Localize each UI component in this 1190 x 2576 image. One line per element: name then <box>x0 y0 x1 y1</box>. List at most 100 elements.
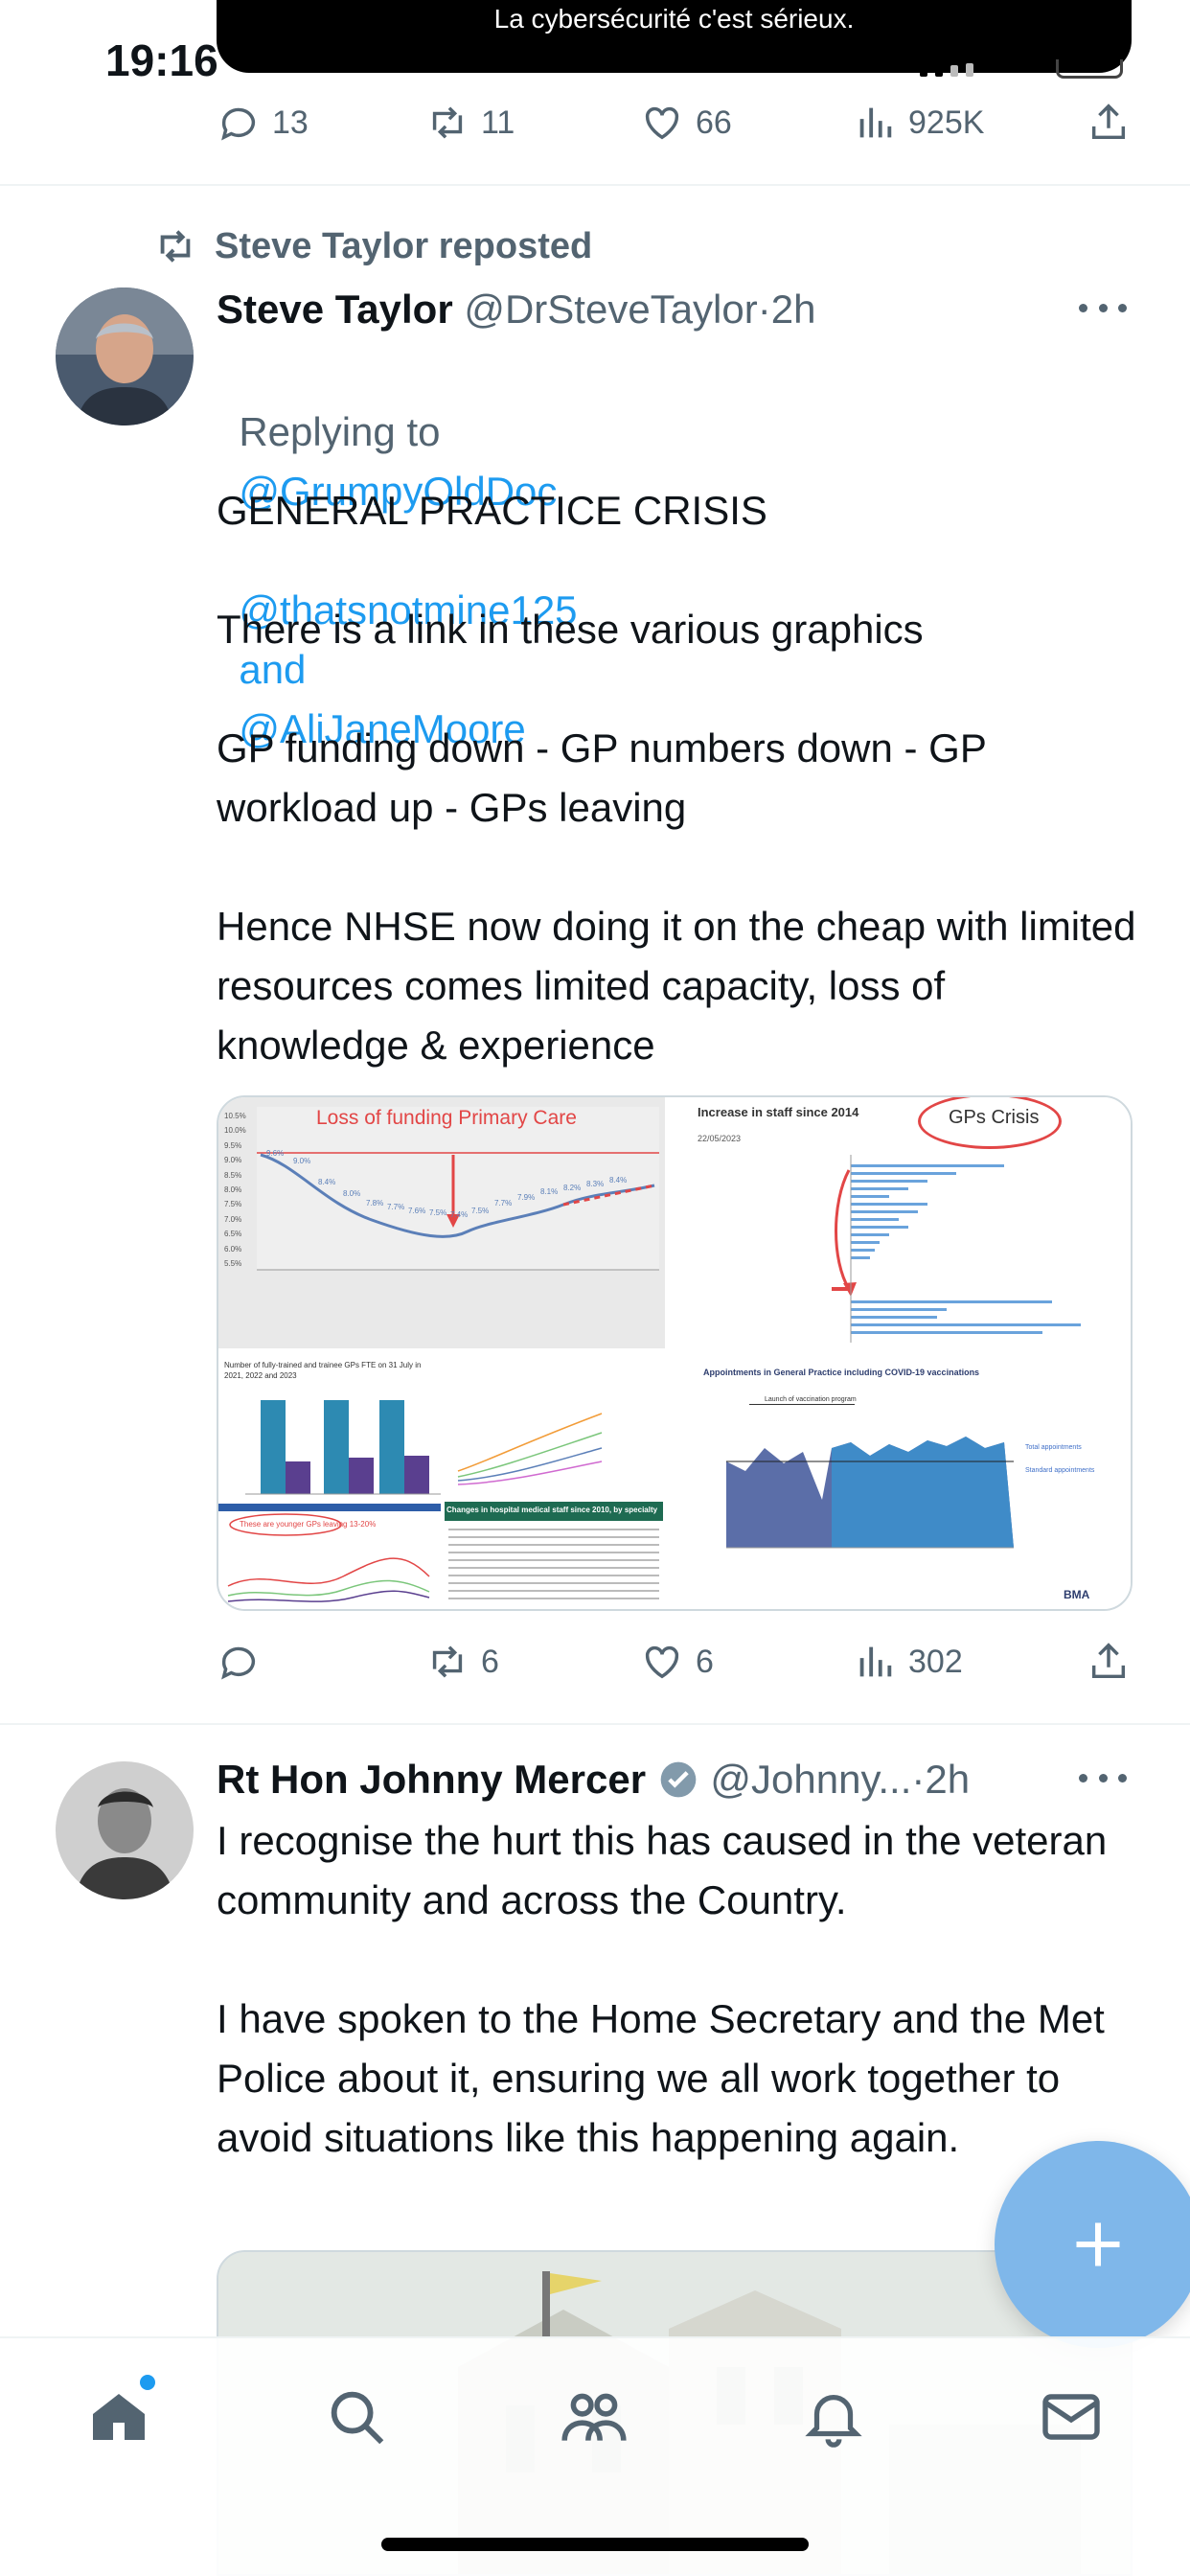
more-options-button[interactable] <box>1079 301 1127 314</box>
status-time: 19:16 <box>105 35 218 85</box>
y-tick: 8.0% <box>224 1185 242 1195</box>
like-count: 66 <box>696 104 732 141</box>
signal-icon <box>920 63 973 77</box>
views-button[interactable]: 302 <box>853 1633 963 1690</box>
tab-search[interactable] <box>318 2379 395 2455</box>
y-tick: 5.5% <box>224 1259 242 1269</box>
notifications-icon <box>805 2394 862 2448</box>
tab-messages[interactable] <box>1033 2379 1110 2455</box>
point-label: 7.6% <box>408 1207 426 1215</box>
funding-y-ticks: 10.5% 10.0% 9.5% 9.0% 8.5% 8.0% 7.5% 7.0… <box>224 1109 246 1271</box>
repost-count: 6 <box>481 1643 499 1680</box>
y-tick: 6.0% <box>224 1244 242 1254</box>
y-tick: 10.0% <box>224 1126 246 1136</box>
communities-icon <box>561 2393 627 2441</box>
reply-count: 13 <box>272 104 309 141</box>
point-label: 8.3% <box>586 1180 605 1188</box>
more-options-button[interactable] <box>1079 1771 1127 1784</box>
y-tick: 6.5% <box>224 1230 242 1239</box>
y-tick: 7.5% <box>224 1200 242 1209</box>
divider <box>0 1723 1190 1725</box>
changes-title: Changes in hospital medical staff since … <box>446 1506 658 1514</box>
media-staff-chart[interactable]: Increase in staff since 2014 22/05/2023 … <box>684 1097 1131 1348</box>
standard-label: Standard appointments <box>1025 1467 1095 1474</box>
point-label: 8.4% <box>609 1176 628 1184</box>
notification-dot <box>140 2375 155 2390</box>
point-label: 7.5% <box>429 1208 447 1217</box>
tab-communities[interactable] <box>556 2379 632 2455</box>
like-button[interactable]: 6 <box>640 1633 714 1690</box>
share-button[interactable] <box>1087 1633 1131 1690</box>
divider <box>0 184 1190 186</box>
share-icon <box>1091 1643 1126 1679</box>
author-handle[interactable]: @DrSteveTaylor <box>464 287 757 332</box>
reply-icon <box>221 1646 256 1680</box>
search-icon <box>331 2391 384 2445</box>
point-label: 8.2% <box>563 1184 582 1192</box>
y-tick: 8.5% <box>224 1170 242 1180</box>
tweet-header: Rt Hon Johnny Mercer @Johnny...·2h <box>217 1750 1136 1809</box>
reply-button[interactable] <box>217 1633 272 1690</box>
tweet-actions: 6 6 302 <box>217 1633 1136 1690</box>
author-name[interactable]: Rt Hon Johnny Mercer <box>217 1757 646 1802</box>
y-tick: 9.5% <box>224 1140 242 1150</box>
messages-icon <box>1042 2394 1100 2440</box>
tweet-body: I recognise the hurt this has caused in … <box>217 1818 1108 2160</box>
heart-icon <box>645 106 679 140</box>
dynamic-island-notice[interactable]: La cybersécurité c'est sérieux. <box>217 0 1132 73</box>
tweet-time[interactable]: 2h <box>771 287 816 332</box>
battery-icon <box>1056 59 1123 79</box>
verified-badge-icon <box>660 1761 697 1798</box>
author-handle[interactable]: @Johnny... <box>710 1757 911 1802</box>
tab-home[interactable] <box>80 2375 157 2455</box>
home-indicator <box>381 2538 809 2551</box>
replying-prefix: Replying to <box>239 409 441 454</box>
avatar-photo <box>56 1761 194 1899</box>
heart-icon <box>645 1645 679 1679</box>
repost-banner-text: Steve Taylor reposted <box>215 225 593 266</box>
like-button[interactable]: 66 <box>640 94 732 151</box>
funding-title: Loss of funding Primary Care <box>316 1107 577 1129</box>
views-icon <box>859 1646 892 1677</box>
repost-icon <box>432 106 463 139</box>
notice-text: La cybersécurité c'est sérieux. <box>493 4 855 34</box>
y-tick: 9.0% <box>224 1156 242 1165</box>
avatar[interactable] <box>56 1761 194 1899</box>
status-bar: 19:16 La cybersécurité c'est sérieux. <box>0 0 1190 105</box>
share-button[interactable] <box>1087 94 1131 151</box>
media-funding-chart[interactable]: Loss of funding Primary Care 10.5% 10.0%… <box>218 1097 665 1348</box>
avatar-photo <box>56 288 194 426</box>
tab-notifications[interactable] <box>795 2379 872 2455</box>
views-button[interactable]: 925K <box>853 94 984 151</box>
home-icon <box>93 2394 145 2440</box>
author-name[interactable]: Steve Taylor <box>217 287 453 332</box>
repost-button[interactable]: 11 <box>425 94 515 151</box>
tweet-media-grid[interactable]: Loss of funding Primary Care 10.5% 10.0%… <box>217 1095 1133 1611</box>
y-tick: 7.0% <box>224 1214 242 1224</box>
tweet-actions-previous: 13 11 66 925K <box>217 94 1136 151</box>
point-label: 7.5% <box>471 1207 490 1215</box>
point-label: 7.9% <box>517 1193 536 1202</box>
compose-button[interactable] <box>995 2141 1190 2348</box>
separator: · <box>757 287 771 332</box>
reply-button[interactable]: 13 <box>217 94 309 151</box>
share-icon <box>1091 104 1126 140</box>
point-label: 7.8% <box>366 1199 384 1208</box>
like-count: 6 <box>696 1643 714 1680</box>
repost-banner[interactable]: Steve Taylor reposted <box>153 224 592 268</box>
tweet-body: GENERAL PRACTICE CRISIS There is a link … <box>217 488 1136 1068</box>
repost-button[interactable]: 6 <box>425 1633 499 1690</box>
leaving-label: These are younger GPs leaving 13-20% <box>240 1520 377 1529</box>
avatar[interactable] <box>56 288 194 426</box>
y-tick: 10.5% <box>224 1112 246 1120</box>
repost-icon <box>432 1645 463 1678</box>
point-label: 7.7% <box>387 1203 405 1211</box>
plus-icon <box>1076 2222 1120 2266</box>
point-label: 8.4% <box>318 1178 336 1186</box>
views-icon <box>859 107 892 138</box>
point-label: 8.1% <box>540 1187 559 1196</box>
total-label: Total appointments <box>1025 1444 1082 1451</box>
media-gp-numbers[interactable]: Number of fully-trained and trainee GPs … <box>218 1352 665 1609</box>
media-appointments-chart[interactable]: Appointments in General Practice includi… <box>684 1352 1131 1609</box>
tweet-time[interactable]: 2h <box>925 1757 970 1802</box>
